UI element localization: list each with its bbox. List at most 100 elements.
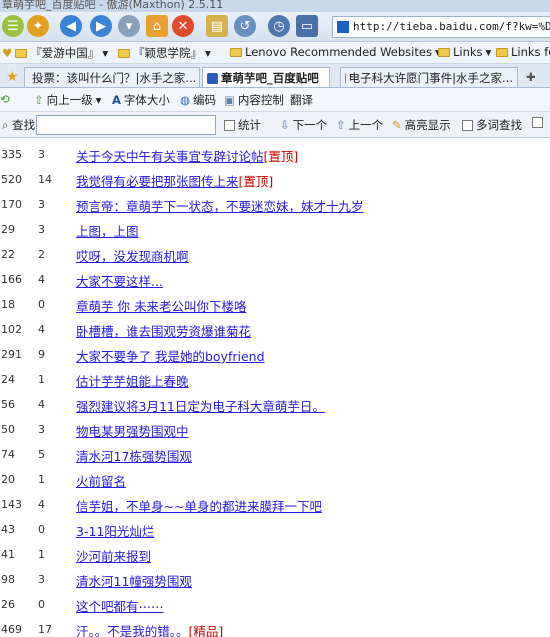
thread-title-link[interactable]: 强烈建议将3月11日定为电子科大章萌芋日。 bbox=[76, 399, 325, 414]
reply-count: 2 bbox=[38, 248, 45, 261]
filter-icon: ▣ bbox=[224, 93, 235, 107]
favorites-star-icon[interactable]: ★ bbox=[2, 67, 22, 87]
address-bar[interactable]: http://tieba.baidu.com/f?kw=%D5%C2 bbox=[332, 16, 550, 38]
thread-title-link[interactable]: 清水河11幢强势围观 bbox=[76, 574, 192, 589]
reply-count: 1 bbox=[38, 548, 45, 561]
thread-title-link[interactable]: 汗。。不是我的错。。 bbox=[76, 624, 189, 637]
thread-tag[interactable]: [精品] bbox=[189, 624, 224, 637]
fav-item-2[interactable]: 『颖思学院』 ▾ bbox=[118, 45, 211, 61]
highlight-button[interactable]: ✎ 高亮显示 bbox=[392, 117, 451, 133]
thread-title-link[interactable]: 上图，上图 bbox=[76, 224, 139, 239]
fav-item-1[interactable]: ♥ 『爱游中国』 ▾ bbox=[2, 45, 108, 61]
table-row: 520 14 我觉得有必要把那张图传上来[置顶] bbox=[0, 167, 550, 192]
clock-icon[interactable]: ◷ bbox=[268, 15, 290, 37]
find-bar: ⌕ 查找 统计 ⇩ 下一个 ⇧ 上一个 ✎ 高亮显示 多词查找 bbox=[0, 112, 550, 138]
stop-icon[interactable]: ✕ bbox=[172, 15, 194, 37]
multi-word-label: 多词查找 bbox=[476, 118, 522, 132]
thread-title-link[interactable]: 关于今天中午有关事宜专辟讨论帖 bbox=[76, 149, 264, 164]
address-text: http://tieba.baidu.com/f?kw=%D5%C2 bbox=[353, 20, 550, 33]
maxthon-logo-icon[interactable]: ✦ bbox=[27, 15, 49, 37]
thread-tag[interactable]: [置顶] bbox=[239, 174, 274, 189]
table-row: 22 2 哎呀，没发现商机啊 bbox=[0, 242, 550, 267]
extra-checkbox[interactable] bbox=[532, 117, 543, 128]
thread-title-link[interactable]: 火前留名 bbox=[76, 474, 126, 489]
find-next-button[interactable]: ⇩ 下一个 bbox=[280, 117, 327, 133]
find-label-group: ⌕ 查找 bbox=[2, 117, 35, 133]
thread-title-link[interactable]: 物电某男强势围观中 bbox=[76, 424, 189, 439]
multi-word-toggle[interactable]: 多词查找 bbox=[462, 117, 522, 133]
table-row: 50 3 物电某男强势围观中 bbox=[0, 417, 550, 442]
find-prev-button[interactable]: ⇧ 上一个 bbox=[336, 117, 383, 133]
reply-count: 3 bbox=[38, 423, 45, 436]
thread-title-link[interactable]: 大家不要这样... bbox=[76, 274, 163, 289]
tab-vote[interactable]: 投票：该叫什么门？|水手之家... bbox=[24, 67, 200, 87]
table-row: 469 17 汗。。不是我的错。。[精品] bbox=[0, 617, 550, 637]
click-count: 166 bbox=[1, 273, 22, 286]
thread-title-link[interactable]: 大家不要争了 我是她的boyfriend bbox=[76, 349, 265, 364]
refresh-button[interactable]: ⟲ bbox=[0, 92, 10, 106]
fav-item-3[interactable]: Lenovo Recommended Websites ▾ bbox=[230, 45, 441, 59]
site-favicon-icon bbox=[337, 21, 349, 33]
thread-tag[interactable]: [置顶] bbox=[264, 149, 299, 164]
thread-title-link[interactable]: 我觉得有必要把那张图传上来 bbox=[76, 174, 239, 189]
click-count: 469 bbox=[1, 623, 22, 636]
thread-list: 335 3 关于今天中午有关事宜专辟讨论帖[置顶] 520 14 我觉得有必要把… bbox=[0, 138, 550, 637]
window-icon[interactable]: ▭ bbox=[296, 15, 318, 37]
thread-title-link[interactable]: 信芋姐，不单身~~单身的都进来膜拜一下吧 bbox=[76, 499, 322, 514]
tab-uestc[interactable]: 电子科大许愿门事件|水手之家... bbox=[340, 67, 518, 87]
click-count: 18 bbox=[1, 298, 15, 311]
reply-count: 4 bbox=[38, 273, 45, 286]
back-icon[interactable]: ◀ bbox=[60, 15, 82, 37]
tab-tieba[interactable]: 章萌芋吧_百度贴吧 bbox=[202, 67, 330, 87]
find-input[interactable] bbox=[36, 115, 216, 135]
home-icon[interactable]: ⌂ bbox=[146, 15, 168, 37]
folder-icon bbox=[15, 48, 28, 58]
chevron-down-icon: ▾ bbox=[205, 46, 211, 60]
reply-count: 3 bbox=[38, 148, 45, 161]
chevron-down-icon: ▾ bbox=[102, 46, 109, 60]
fav-label: Lenovo Recommended Websites bbox=[245, 45, 432, 59]
font-size-button[interactable]: A 字体大小 bbox=[112, 92, 170, 108]
thread-title-link[interactable]: 章萌芋 你 未来老公叫你下楼咯 bbox=[76, 299, 246, 314]
content-control-label: 内容控制 bbox=[237, 93, 284, 107]
click-count: 56 bbox=[1, 398, 15, 411]
forward-icon[interactable]: ▶ bbox=[90, 15, 112, 37]
reply-count: 4 bbox=[38, 398, 45, 411]
fav-label: Links bbox=[453, 45, 483, 59]
reply-count: 9 bbox=[38, 348, 45, 361]
thread-title-link[interactable]: 卧槽槽，谁去围观劳资爆谁菊花 bbox=[76, 324, 251, 339]
multi-word-checkbox[interactable] bbox=[462, 119, 473, 131]
extra-toggle[interactable] bbox=[532, 117, 543, 128]
content-control-button[interactable]: ▣ 内容控制 bbox=[224, 92, 284, 108]
up-level-label: 向上一级 bbox=[46, 93, 93, 107]
count-checkbox[interactable] bbox=[224, 119, 235, 131]
thread-title-link[interactable]: 3-11阳光灿烂 bbox=[76, 524, 154, 539]
click-count: 291 bbox=[1, 348, 22, 361]
thread-title-link[interactable]: 预言帝：章萌芋下一状态，不要迷恋妹，妹才十九岁 bbox=[76, 199, 364, 214]
history-icon[interactable]: ▾ bbox=[118, 15, 140, 37]
thread-title-link[interactable]: 这个吧都有⋯⋯ bbox=[76, 599, 164, 614]
new-tab-icon[interactable]: ▤ bbox=[206, 15, 228, 37]
translate-label: 翻译 bbox=[290, 93, 313, 107]
undo-icon[interactable]: ↺ bbox=[234, 15, 256, 37]
up-level-button[interactable]: ⇧ 向上一级 ▾ bbox=[34, 92, 101, 108]
table-row: 170 3 预言帝：章萌芋下一状态，不要迷恋妹，妹才十九岁 bbox=[0, 192, 550, 217]
count-toggle[interactable]: 统计 bbox=[224, 117, 261, 133]
click-count: 41 bbox=[1, 548, 15, 561]
tab-label: 投票：该叫什么门？|水手之家... bbox=[32, 70, 197, 85]
menu-icon[interactable]: ☰ bbox=[2, 15, 24, 37]
thread-title-link[interactable]: 清水河17栋强势围观 bbox=[76, 449, 192, 464]
main-toolbar: ☰ ✦ ◀ ▶ ▾ ⌂ ✕ ▤ ↺ ◷ ▭ http://tieba.baidu… bbox=[0, 12, 550, 42]
thread-title-link[interactable]: 哎呀，没发现商机啊 bbox=[76, 249, 189, 264]
translate-button[interactable]: 翻译 bbox=[290, 92, 313, 108]
thread-title-link[interactable]: 沙河前来报到 bbox=[76, 549, 151, 564]
click-count: 26 bbox=[1, 598, 15, 611]
tab-label: 电子科大许愿门事件|水手之家... bbox=[348, 70, 513, 85]
new-tab-button[interactable]: ✚ bbox=[522, 67, 542, 87]
encoding-button[interactable]: ◍ 编码 bbox=[180, 92, 216, 108]
folder-icon bbox=[438, 47, 450, 57]
fav-item-4[interactable]: Links ▾ bbox=[438, 45, 491, 59]
folder-icon bbox=[230, 47, 242, 57]
fav-item-5[interactable]: Links fo bbox=[496, 45, 550, 59]
thread-title-link[interactable]: 估计芋芋姐能上春晚 bbox=[76, 374, 189, 389]
